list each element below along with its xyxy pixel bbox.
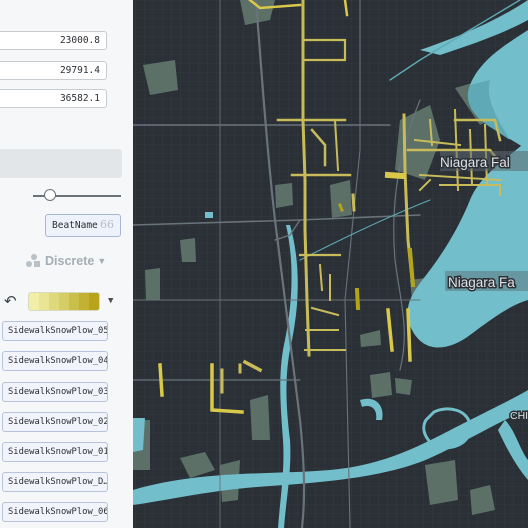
legend-item[interactable]: SidewalkSnowPlow_D… — [2, 472, 108, 492]
ramp-color-step — [79, 293, 89, 310]
chevron-down-icon: ▼ — [97, 256, 107, 266]
legend-item[interactable]: SidewalkSnowPlow_05 — [2, 321, 108, 341]
legend-item[interactable]: SidewalkSnowPlow_02 — [2, 412, 108, 432]
disabled-section-bar — [0, 149, 122, 178]
scale-type-dropdown[interactable]: Discrete ▼ — [26, 253, 106, 268]
quote-icon: 66 — [100, 218, 114, 231]
discrete-scale-icon — [26, 253, 42, 267]
range-value-input-2[interactable]: 29791.4 — [0, 61, 107, 80]
range-value-input-3[interactable]: 36582.1 — [0, 89, 107, 108]
color-ramp-swatch[interactable] — [28, 292, 100, 311]
ramp-chevron-down-icon[interactable]: ▼ — [108, 296, 113, 306]
range-value-input-1[interactable]: 23000.8 — [0, 31, 107, 50]
ramp-color-step — [49, 293, 59, 310]
color-field-selector[interactable]: BeatName 66 — [45, 214, 121, 237]
ramp-color-step — [39, 293, 49, 310]
ramp-color-step — [29, 293, 39, 310]
legend-item[interactable]: SidewalkSnowPlow_03 — [2, 382, 108, 402]
field-name-label: BeatName — [52, 220, 98, 231]
map-place-label-niagara-falls-ny: Niagara Fal — [440, 155, 510, 170]
opacity-slider-handle[interactable] — [44, 189, 56, 201]
ramp-color-step — [69, 293, 79, 310]
map-svg[interactable]: Niagara Fal Niagara Fa CHI — [133, 0, 528, 528]
ramp-color-step — [59, 293, 69, 310]
legend-item[interactable]: SidewalkSnowPlow_04 — [2, 351, 108, 371]
map-place-label-niagara-falls-on: Niagara Fa — [448, 275, 515, 290]
legend-item[interactable]: SidewalkSnowPlow_01 — [2, 442, 108, 462]
layer-config-panel: 23000.8 29791.4 36582.1 BeatName 66 Disc… — [0, 0, 133, 528]
ramp-color-step — [89, 293, 99, 310]
legend-item[interactable]: SidewalkSnowPlow_06 — [2, 502, 108, 522]
reverse-ramp-icon[interactable]: ↶ — [4, 292, 17, 310]
map-canvas[interactable]: Niagara Fal Niagara Fa CHI — [133, 0, 528, 528]
scale-type-label: Discrete — [45, 254, 95, 268]
map-place-label-chippawa: CHI — [510, 410, 528, 422]
